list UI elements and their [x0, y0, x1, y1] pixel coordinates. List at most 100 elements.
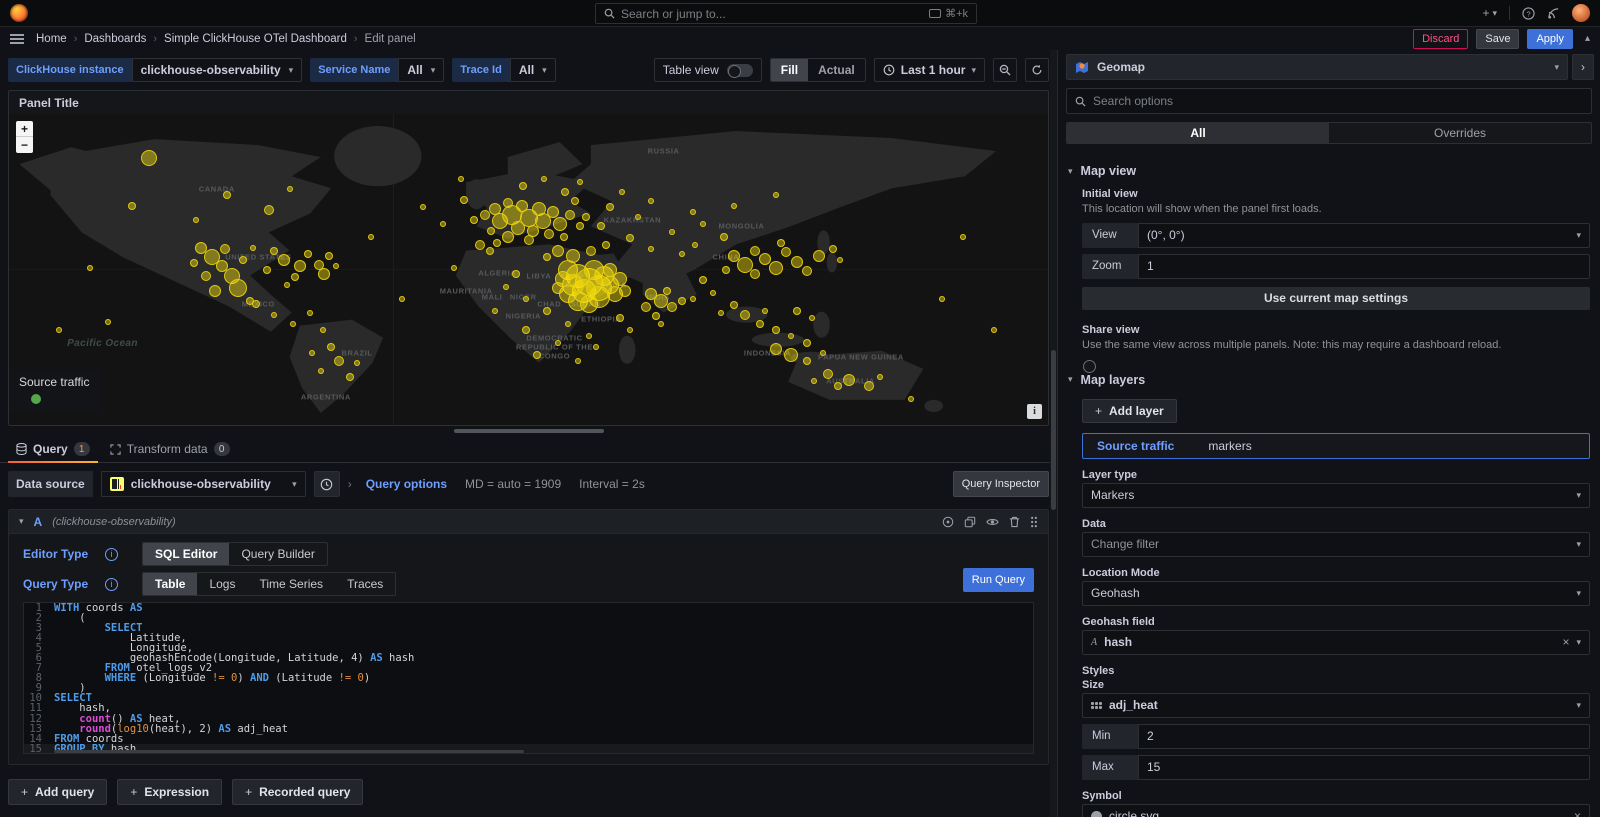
tab-query[interactable]: Query 1 [8, 442, 98, 462]
map-marker[interactable] [223, 191, 231, 199]
map-marker[interactable] [220, 244, 230, 254]
map-marker[interactable] [263, 266, 271, 274]
sql-line[interactable]: 8 WHERE (Longitude != 0) AND (Latitude !… [24, 673, 1033, 683]
map-marker[interactable] [652, 312, 660, 320]
map-marker[interactable] [487, 227, 495, 235]
map-marker[interactable] [87, 265, 93, 271]
map-marker[interactable] [813, 250, 825, 262]
map-marker[interactable] [627, 327, 633, 333]
map-marker[interactable] [560, 233, 568, 241]
left-scrollbar[interactable] [1050, 50, 1057, 817]
map-marker[interactable] [541, 176, 547, 182]
time-range-picker[interactable]: Last 1 hour ▾ [874, 58, 985, 82]
tab-transform-data[interactable]: Transform data 0 [102, 442, 238, 462]
map-marker[interactable] [781, 247, 791, 257]
map-marker[interactable] [524, 235, 534, 245]
map-marker[interactable] [834, 382, 842, 390]
map-marker[interactable] [740, 310, 750, 320]
map-marker[interactable] [692, 242, 698, 248]
map-marker[interactable] [201, 271, 211, 281]
map-marker[interactable] [420, 204, 426, 210]
breadcrumb-home[interactable]: Home [36, 33, 67, 45]
map-marker[interactable] [354, 360, 360, 366]
map-marker[interactable] [252, 300, 260, 308]
map-marker[interactable] [718, 310, 724, 316]
location-mode-select[interactable]: Geohash▾ [1082, 581, 1590, 606]
sql-horizontal-scrollbar[interactable] [54, 750, 524, 753]
sql-line[interactable]: 10SELECT [24, 693, 1033, 703]
map-marker[interactable] [480, 210, 490, 220]
add-layer-button[interactable]: +Add layer [1082, 399, 1177, 423]
map-marker[interactable] [318, 268, 330, 280]
max-input[interactable]: 15 [1138, 755, 1590, 780]
map-marker[interactable] [543, 253, 551, 261]
map-marker[interactable] [333, 263, 339, 269]
map-marker[interactable] [648, 246, 654, 252]
map-marker[interactable] [772, 326, 780, 334]
datasource-picker[interactable]: clickhouse-observability ▾ [101, 471, 306, 497]
duplicate-query-icon[interactable] [964, 516, 976, 528]
map-marker[interactable] [307, 310, 313, 316]
map-marker[interactable] [908, 396, 914, 402]
datasource-help-button[interactable] [314, 471, 340, 497]
map-marker[interactable] [519, 182, 527, 190]
map-marker[interactable] [523, 296, 529, 302]
grafana-logo-icon[interactable] [10, 4, 28, 22]
layer-type-select[interactable]: Markers▾ [1082, 483, 1590, 508]
map-marker[interactable] [823, 369, 833, 379]
collapse-options-icon[interactable]: ▴ [1585, 33, 1590, 44]
menu-toggle-icon[interactable] [10, 34, 24, 44]
map-marker[interactable] [991, 327, 997, 333]
query-builder-option[interactable]: Query Builder [229, 543, 326, 565]
symbol-select[interactable]: circle.svg× [1082, 804, 1590, 817]
map-marker[interactable] [820, 350, 826, 356]
map-marker[interactable] [493, 239, 501, 247]
map-marker[interactable] [750, 269, 760, 279]
map-marker[interactable] [294, 260, 306, 272]
map-marker[interactable] [291, 273, 299, 281]
map-marker[interactable] [555, 340, 561, 346]
map-marker[interactable] [575, 358, 581, 364]
map-marker[interactable] [593, 344, 599, 350]
map-marker[interactable] [837, 257, 843, 263]
map-marker[interactable] [811, 378, 817, 384]
new-menu-button[interactable]: +▾ [1482, 6, 1497, 20]
map-marker[interactable] [788, 333, 794, 339]
panel-resize-handle[interactable] [454, 429, 604, 433]
map-marker[interactable] [784, 348, 798, 362]
map-marker[interactable] [193, 217, 199, 223]
map-marker[interactable] [843, 374, 855, 386]
recorded-query-button[interactable]: +Recorded query [232, 779, 363, 805]
map-marker[interactable] [793, 307, 801, 315]
query-inspector-button[interactable]: Query Inspector [953, 471, 1049, 497]
map-marker[interactable] [547, 206, 559, 218]
map-marker[interactable] [190, 259, 198, 267]
map-marker[interactable] [271, 312, 277, 318]
map-marker[interactable] [669, 229, 675, 235]
map-marker[interactable] [304, 250, 312, 258]
map-marker[interactable] [700, 221, 706, 227]
map-marker[interactable] [522, 326, 530, 334]
map-marker[interactable] [864, 381, 874, 391]
map-marker[interactable] [877, 374, 883, 380]
map-marker[interactable] [309, 350, 315, 356]
min-input[interactable]: 2 [1138, 724, 1590, 749]
map-marker[interactable] [571, 197, 579, 205]
size-field-select[interactable]: adj_heat▾ [1082, 693, 1590, 718]
map-marker[interactable] [577, 179, 583, 185]
query-options-link[interactable]: Query options [366, 477, 447, 491]
map-marker[interactable] [667, 302, 677, 312]
news-icon[interactable] [1547, 7, 1560, 20]
sql-editor-option[interactable]: SQL Editor [143, 543, 229, 565]
map-marker[interactable] [690, 209, 696, 215]
query-type-timeseries[interactable]: Time Series [247, 573, 335, 595]
map-marker[interactable] [533, 351, 541, 359]
map-marker[interactable] [278, 254, 290, 266]
map-marker[interactable] [552, 282, 564, 294]
map-marker[interactable] [264, 205, 274, 215]
variable-value-dropdown[interactable]: clickhouse-observability▾ [132, 58, 303, 82]
save-button[interactable]: Save [1476, 29, 1519, 49]
sql-line[interactable]: 14FROM coords [24, 734, 1033, 744]
options-search[interactable]: Search options [1066, 88, 1592, 114]
map-marker[interactable] [565, 210, 575, 220]
